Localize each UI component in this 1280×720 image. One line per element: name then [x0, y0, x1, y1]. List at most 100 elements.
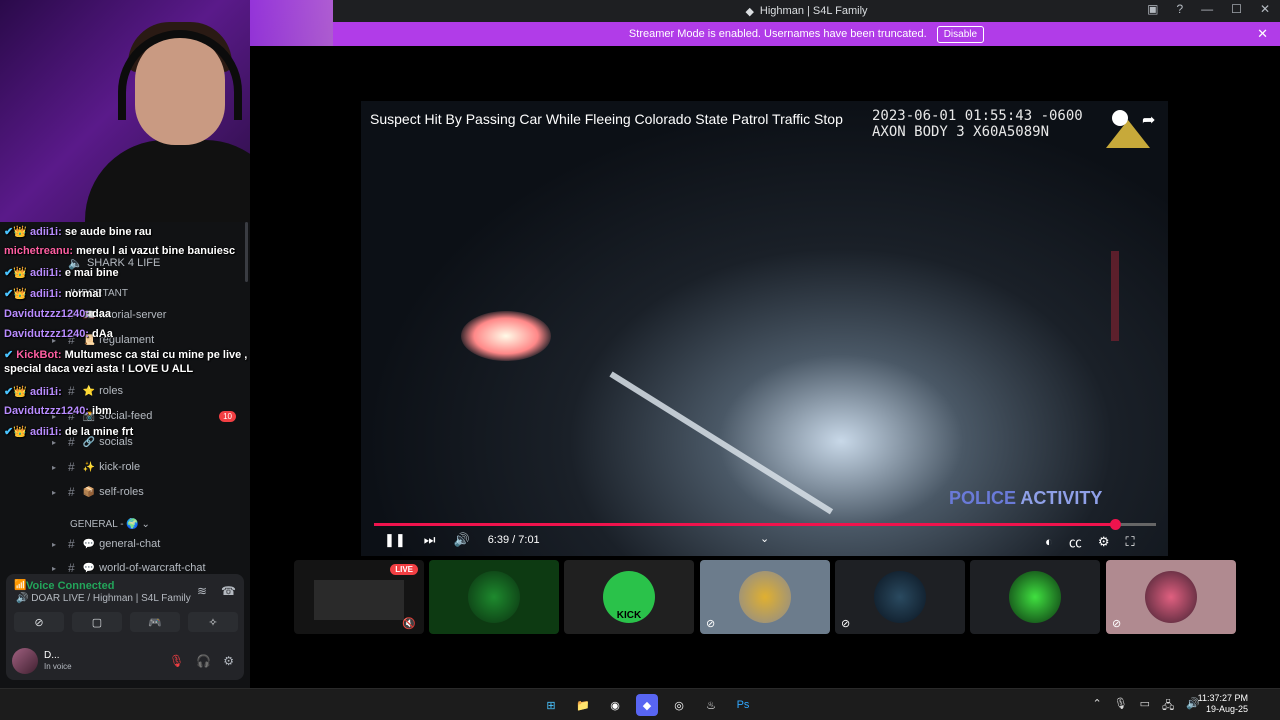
- soundboard-button[interactable]: ✧: [188, 612, 238, 632]
- activities-button[interactable]: 🎮: [130, 612, 180, 632]
- participant-tile[interactable]: ⊘: [700, 560, 830, 634]
- gear-icon[interactable]: ⚙: [223, 654, 234, 668]
- streamer-mode-message: Streamer Mode is enabled. Usernames have…: [628, 28, 927, 40]
- disconnect-icon[interactable]: ☎: [221, 584, 236, 598]
- avatar: [739, 571, 791, 623]
- player-controls-right: ◐ ㏄ ⚙ ⛶: [1045, 532, 1135, 551]
- chat-message: Davidutzzz1240: daa: [4, 308, 112, 320]
- video-progress-bar[interactable]: [374, 519, 1156, 530]
- chrome-icon[interactable]: ◉: [604, 694, 626, 716]
- user-status: In voice: [44, 662, 72, 671]
- hash-icon: #: [68, 485, 75, 499]
- chat-message: Davidutzzz1240: dAa: [4, 328, 113, 340]
- hash-icon: #: [68, 384, 75, 398]
- bodycam-timestamp: 2023-06-01 01:55:43 -0600 AXON BODY 3 X6…: [872, 108, 1083, 140]
- video-time: 6:39 / 7:01: [487, 534, 540, 546]
- police-activity-watermark: POLICE ACTIVITY: [949, 488, 1103, 508]
- stream-preview: [314, 580, 404, 620]
- exit-fullscreen-icon[interactable]: ⛶: [1126, 534, 1135, 550]
- channel-general-chat[interactable]: ▸ # 💬 general-chat: [0, 534, 250, 554]
- voice-location[interactable]: 🔊 DOAR LIVE / Highman | S4L Family: [16, 593, 191, 604]
- screen-share-icon: ▢: [91, 616, 103, 629]
- participant-tile[interactable]: ⊘: [1106, 560, 1236, 634]
- share-icon[interactable]: ➦: [1142, 110, 1155, 130]
- network-icon[interactable]: 🖧: [1162, 697, 1174, 716]
- avatar: [1009, 571, 1061, 623]
- photoshop-icon[interactable]: Ps: [732, 694, 754, 716]
- avatar[interactable]: [12, 648, 38, 674]
- participant-tile[interactable]: ⊘: [835, 560, 965, 634]
- autoplay-toggle-icon[interactable]: ◐: [1045, 534, 1053, 549]
- minimize-icon[interactable]: —: [1201, 2, 1213, 16]
- discord-logo-icon: ◆: [745, 5, 754, 18]
- streamer-mode-banner: Streamer Mode is enabled. Usernames have…: [333, 22, 1280, 46]
- steam-icon[interactable]: ♨: [700, 694, 722, 716]
- inbox-icon[interactable]: ▣: [1147, 2, 1158, 16]
- user-controls: 🎙 🎧 ⚙: [169, 654, 234, 668]
- chevron-up-icon[interactable]: ⌃: [1092, 697, 1101, 716]
- progress-knob[interactable]: [1110, 519, 1121, 530]
- chat-message: ✔👑 adii1i: e mai bine: [4, 267, 119, 279]
- user-panel: D... In voice 🎙 🎧 ⚙: [6, 646, 244, 676]
- close-icon[interactable]: ✕: [1257, 26, 1268, 42]
- close-icon[interactable]: ✕: [1260, 2, 1270, 16]
- file-explorer-icon[interactable]: 📁: [572, 694, 594, 716]
- avatar: [874, 571, 926, 623]
- steam-alt-icon[interactable]: ◎: [668, 694, 690, 716]
- mic-muted-icon: ⊘: [841, 618, 851, 630]
- chevron-down-icon[interactable]: ⌄: [760, 532, 769, 545]
- channel-self-roles[interactable]: ▸ # 📦 self-roles: [0, 482, 250, 502]
- participant-tile-stream[interactable]: LIVE 🔇: [294, 560, 424, 634]
- chat-message: ✔👑 adii1i:: [4, 386, 62, 398]
- taskbar-clock[interactable]: 11:37:27 PM 19-Aug-25: [1198, 693, 1248, 715]
- player-controls-left: ❚❚ ⏭ 🔊 6:39 / 7:01: [384, 532, 540, 548]
- participant-tile[interactable]: [970, 560, 1100, 634]
- kick-logo-text: KICK: [616, 610, 642, 621]
- settings-icon[interactable]: ⚙: [1098, 534, 1110, 550]
- globe-icon: 🌍: [126, 519, 139, 530]
- avatar: [468, 571, 520, 623]
- windows-start-icon[interactable]: ⊞: [540, 694, 562, 716]
- help-icon[interactable]: ?: [1176, 2, 1183, 16]
- screen-share-button[interactable]: ▢: [72, 612, 122, 632]
- chevron-down-icon: ⌄: [141, 519, 150, 530]
- volume-icon[interactable]: 🔊: [454, 532, 470, 548]
- participant-tile[interactable]: KICK: [564, 560, 694, 634]
- category-general[interactable]: GENERAL - 🌍 ⌄: [70, 519, 150, 530]
- pause-icon[interactable]: ❚❚: [384, 532, 406, 548]
- sidebar-scrollbar[interactable]: [245, 222, 248, 282]
- mic-muted-icon: ⊘: [1112, 618, 1122, 630]
- watch-later-icon[interactable]: [1112, 110, 1128, 126]
- camera-off-button[interactable]: ⊘: [14, 612, 64, 632]
- window-title: ◆ Highman | S4L Family: [745, 5, 868, 18]
- display-icon[interactable]: ▭: [1140, 697, 1150, 716]
- progress-fill: [374, 523, 1117, 526]
- avatar: KICK: [603, 571, 655, 623]
- headphones-icon[interactable]: 🎧: [196, 654, 211, 668]
- chat-message: ✔ KickBot: Multumesc ca stai cu mine pe …: [4, 349, 270, 361]
- discord-icon[interactable]: ◆: [636, 694, 658, 716]
- avatar: [1145, 571, 1197, 623]
- screen: ◆ Highman | S4L Family ▣ ? — ☐ ✕ Streame…: [0, 0, 1280, 720]
- hash-icon: #: [68, 537, 75, 551]
- participant-tile[interactable]: [429, 560, 559, 634]
- voice-action-buttons: ⊘ ▢ 🎮 ✧: [14, 612, 238, 632]
- video-title[interactable]: Suspect Hit By Passing Car While Fleeing…: [370, 111, 843, 127]
- chat-message: ✔👑 adii1i: se aude bine rau: [4, 226, 152, 238]
- channel-kick-role[interactable]: ▸ # ✨ kick-role: [0, 457, 250, 477]
- captions-icon[interactable]: ㏄: [1069, 532, 1082, 551]
- window-controls: ▣ ? — ☐ ✕: [1147, 2, 1270, 16]
- user-info[interactable]: D... In voice: [44, 650, 72, 672]
- maximize-icon[interactable]: ☐: [1231, 2, 1242, 16]
- user-name: D...: [44, 650, 60, 661]
- muted-speaker-icon[interactable]: 🔇: [402, 617, 416, 630]
- next-icon[interactable]: ⏭: [424, 532, 436, 548]
- mic-muted-icon[interactable]: 🎙: [169, 654, 184, 668]
- noise-suppression-icon[interactable]: ≋: [197, 584, 207, 598]
- microphone-icon[interactable]: 🎙: [1114, 697, 1128, 716]
- headlight-glare: [461, 311, 551, 361]
- disable-button[interactable]: Disable: [936, 25, 985, 43]
- window-titlebar: ◆ Highman | S4L Family ▣ ? — ☐ ✕: [333, 0, 1280, 22]
- soundboard-icon: ✧: [208, 616, 218, 629]
- taskbar-apps: ⊞ 📁 ◉ ◆ ◎ ♨ Ps: [540, 694, 754, 716]
